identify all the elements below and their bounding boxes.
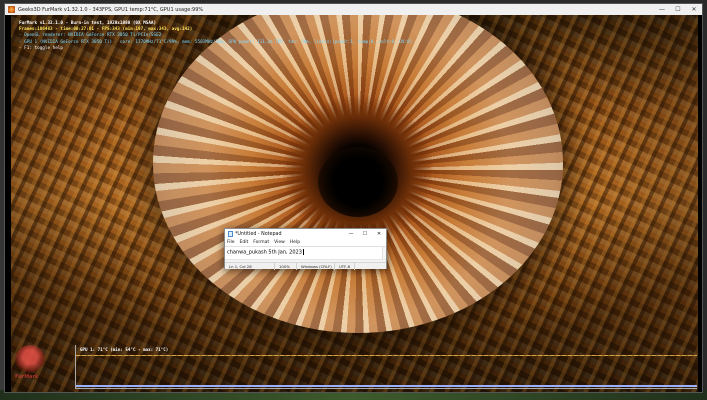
notepad-window: *Untitled - Notepad — ☐ ✕ File Edit Form… [224, 228, 387, 270]
furmark-window-title: Geeks3D FurMark v1.32.1.0 - 343FPS, GPU1… [18, 6, 204, 13]
notepad-close-button[interactable]: ✕ [372, 229, 386, 239]
render-viewport[interactable]: FurMark v1.32.1.0 - Burn-in test, 1920x1… [11, 15, 698, 392]
notepad-vertical-scrollbar[interactable] [382, 247, 386, 259]
furmark-titlebar[interactable]: Geeks3D FurMark v1.32.1.0 - 343FPS, GPU1… [5, 4, 702, 15]
gpu-temperature-curve [76, 355, 697, 356]
gpu-temperature-label: GPU 1: 71°C (min: 54°C - max: 71°C) [80, 347, 169, 352]
menu-help[interactable]: Help [290, 240, 300, 245]
osd-overlay: FurMark v1.32.1.0 - Burn-in test, 1920x1… [19, 21, 412, 52]
desktop-screen: Geeks3D FurMark v1.32.1.0 - 343FPS, GPU1… [0, 0, 707, 400]
status-encoding: UTF-8 [335, 262, 356, 270]
gpu-graph-baseline [76, 385, 697, 387]
status-cursor-position: Ln 1, Col 28 [225, 262, 275, 270]
notepad-maximize-button[interactable]: ☐ [358, 229, 372, 239]
menu-edit[interactable]: Edit [240, 240, 249, 245]
notepad-titlebar[interactable]: *Untitled - Notepad — ☐ ✕ [225, 229, 386, 239]
menu-file[interactable]: File [227, 240, 235, 245]
render-center [318, 147, 398, 217]
osd-gpu-line: - GPU 1 (NVIDIA GeForce RTX 3050 Ti) - c… [19, 39, 413, 45]
text-caret [302, 249, 304, 255]
notepad-minimize-button[interactable]: — [344, 229, 358, 239]
notepad-menubar: File Edit Format View Help [225, 239, 386, 246]
close-button[interactable]: ✕ [686, 4, 702, 15]
furmark-app-icon [8, 6, 15, 13]
notepad-text-content: chanwa_pukash 5th Jan, 2023 [227, 249, 302, 256]
menu-format[interactable]: Format [253, 240, 269, 245]
notepad-app-icon [228, 231, 233, 237]
notepad-window-title: *Untitled - Notepad [235, 231, 282, 237]
notepad-editor[interactable]: chanwa_pukash 5th Jan, 2023 [225, 246, 386, 259]
furmark-logo-icon [15, 345, 45, 375]
furmark-logo-text: FurMark [15, 374, 39, 380]
minimize-button[interactable]: — [654, 4, 670, 15]
maximize-button[interactable]: ☐ [670, 4, 686, 15]
status-zoom: 100% [275, 262, 297, 270]
notepad-text-area[interactable]: chanwa_pukash 5th Jan, 2023 [225, 247, 382, 259]
osd-help-line: - F1: toggle help [19, 45, 63, 51]
status-line-endings: Windows (CRLF) [297, 262, 335, 270]
notepad-statusbar: Ln 1, Col 28 100% Windows (CRLF) UTF-8 [225, 262, 386, 270]
menu-view[interactable]: View [274, 240, 285, 245]
furmark-window: Geeks3D FurMark v1.32.1.0 - 343FPS, GPU1… [4, 3, 703, 393]
gpu-temperature-graph: GPU 1: 71°C (min: 54°C - max: 71°C) [75, 345, 697, 389]
